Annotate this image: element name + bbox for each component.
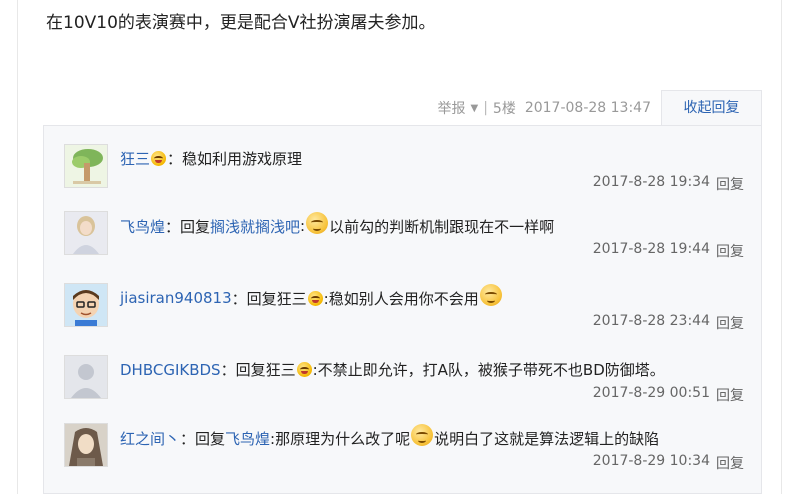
laughing-face-emoji-icon [307, 290, 323, 306]
laughing-face-emoji-icon [151, 151, 167, 166]
laughing-face-emoji-icon [296, 362, 312, 377]
reply-meta: 2017-8-29 00:51 回复 [593, 385, 744, 405]
reply-meta: 2017-8-28 19:44 回复 [593, 241, 744, 261]
reply-time: 2017-8-28 23:44 [592, 313, 710, 329]
reply-meta: 2017-8-29 10:34 回复 [593, 453, 744, 473]
reply-text: :那原理为什么改了呢 [270, 429, 411, 448]
avatar[interactable] [64, 423, 108, 467]
content-left-border [17, 0, 18, 494]
report-link[interactable]: 举报 [437, 98, 465, 118]
reply-button[interactable]: 回复 [716, 453, 744, 473]
reply-text: ：回复 [165, 217, 211, 236]
mentioned-user-link[interactable]: 飞鸟煌 [225, 428, 270, 449]
reply-text: :不禁止即允许，打A队，被猴子带死不也BD防御塔。 [312, 361, 665, 379]
reply-line: 红之间丶 ：回复 飞鸟煌 :那原理为什么改了呢 说明白了这就是算法逻辑上的缺陷 [120, 424, 660, 449]
smiling-face-emoji-icon [306, 212, 329, 234]
reply-line: DHBCGIKBDS ：回复 狂三 :不禁止即允许，打A队，被猴子带死不也BD防… [120, 359, 665, 380]
default-avatar-icon [65, 356, 107, 398]
reply-line: 飞鸟煌 ：回复 搁浅就搁浅吧 : 以前勾的判断机制跟现在不一样啊 [120, 212, 555, 237]
reply-button[interactable]: 回复 [716, 313, 744, 333]
reply-username[interactable]: jiasiran940813 [120, 289, 232, 307]
reply-text: : [300, 217, 306, 235]
reply-time: 2017-8-28 19:44 [592, 241, 710, 257]
reply-username[interactable]: 飞鸟煌 [120, 216, 165, 237]
mentioned-user-text: 狂三 [276, 289, 307, 308]
avatar[interactable] [64, 283, 108, 327]
reply-list: 狂三 ：稳如利用游戏原理 2017-8-28 19:34 回复 飞鸟煌 ：回复 … [43, 125, 762, 494]
reply-text: ：回复 [180, 429, 226, 448]
reply-meta: 2017-8-28 19:34 回复 [593, 174, 744, 194]
smiling-face-emoji-icon [411, 424, 434, 446]
mentioned-user-text: 狂三 [265, 361, 296, 379]
reply-text: ：回复 [220, 361, 266, 379]
reply-username[interactable]: DHBCGIKBDS [120, 361, 221, 379]
avatar[interactable] [64, 144, 108, 188]
reply-text: ：稳如利用游戏原理 [167, 150, 303, 168]
avatar[interactable] [64, 355, 108, 399]
avatar-image-cartoon-boy [65, 284, 107, 326]
reply-time: 2017-8-29 10:34 [592, 453, 710, 469]
reply-button[interactable]: 回复 [716, 241, 744, 261]
reply-text: 以前勾的判断机制跟现在不一样啊 [329, 217, 555, 236]
reply-text: :稳如别人会用你不会用 [323, 289, 479, 308]
post-timestamp: 2017-08-28 13:47 [524, 100, 651, 116]
avatar-image-tree [65, 145, 107, 187]
reply-text: 说明白了这就是算法逻辑上的缺陷 [434, 429, 660, 448]
reply-meta: 2017-8-28 23:44 回复 [593, 313, 744, 333]
reply-time: 2017-8-28 19:34 [592, 174, 710, 190]
meta-separator: | [483, 100, 488, 116]
reply-username[interactable]: 红之间丶 [120, 428, 180, 449]
avatar-image-person [65, 212, 107, 254]
reply-button[interactable]: 回复 [716, 385, 744, 405]
collapse-replies-button[interactable]: 收起回复 [661, 90, 762, 126]
post-meta-bar: 举报 ▼ | 5楼 2017-08-28 13:47 [437, 98, 651, 118]
reply-time: 2017-8-29 00:51 [592, 385, 710, 401]
reply-username[interactable]: 狂三 [120, 148, 150, 169]
mentioned-user-link[interactable]: 搁浅就搁浅吧 [210, 216, 300, 237]
avatar-image-anime [65, 424, 107, 466]
reply-button[interactable]: 回复 [716, 174, 744, 194]
reply-line: jiasiran940813 ：回复 狂三 :稳如别人会用你不会用 [120, 284, 503, 309]
caret-down-icon[interactable]: ▼ [470, 103, 478, 114]
floor-number: 5楼 [492, 101, 516, 117]
reply-text: ：回复 [231, 289, 277, 308]
smiling-face-emoji-icon [479, 284, 502, 306]
content-right-border [781, 0, 782, 494]
reply-line: 狂三 ：稳如利用游戏原理 [120, 148, 302, 169]
avatar[interactable] [64, 211, 108, 255]
post-body-text: 在10V10的表演赛中，更是配合V社扮演屠夫参加。 [46, 13, 436, 33]
